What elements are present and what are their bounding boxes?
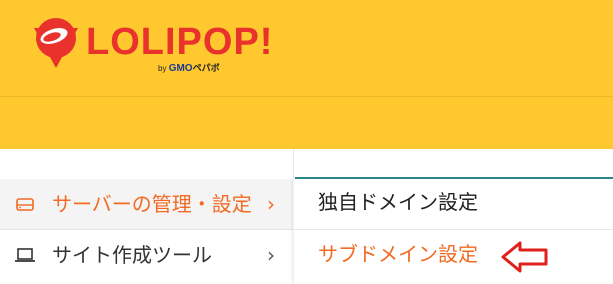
submenu-item-subdomain[interactable]: サブドメイン設定 xyxy=(294,231,613,279)
laptop-icon xyxy=(15,248,35,262)
sidebar-item-site-tools[interactable]: サイト作成ツール › xyxy=(0,230,293,280)
sidebar-item-label: サーバーの管理・設定 xyxy=(52,192,252,216)
byline-gmo: GMO xyxy=(168,63,193,74)
byline-by: by xyxy=(158,64,167,73)
submenu-panel: 独自ドメイン設定 サブドメイン設定 xyxy=(294,179,613,284)
chevron-right-icon: › xyxy=(267,192,275,216)
submenu-item-label: 独自ドメイン設定 xyxy=(318,190,478,214)
left-arrow-icon xyxy=(501,241,548,273)
lollipop-logo-icon[interactable] xyxy=(28,16,82,72)
logo-text[interactable]: LOLIPOP! xyxy=(86,22,273,62)
chevron-right-icon: › xyxy=(267,243,275,267)
server-icon xyxy=(16,198,34,211)
nav-strip xyxy=(0,149,613,179)
strip-divider xyxy=(293,149,294,179)
sidebar-item-label: サイト作成ツール xyxy=(52,243,212,267)
submenu-divider xyxy=(294,229,613,230)
submenu-item-custom-domain[interactable]: 独自ドメイン設定 xyxy=(294,179,613,227)
header-divider xyxy=(0,96,613,97)
sidebar-menu: サーバーの管理・設定 › サイト作成ツール › xyxy=(0,179,293,284)
sidebar-item-server-settings[interactable]: サーバーの管理・設定 › xyxy=(0,179,293,229)
byline-pepabo: ペパボ xyxy=(192,63,220,73)
submenu-item-label: サブドメイン設定 xyxy=(318,242,478,266)
logo-byline: by GMOペパボ xyxy=(158,62,220,74)
